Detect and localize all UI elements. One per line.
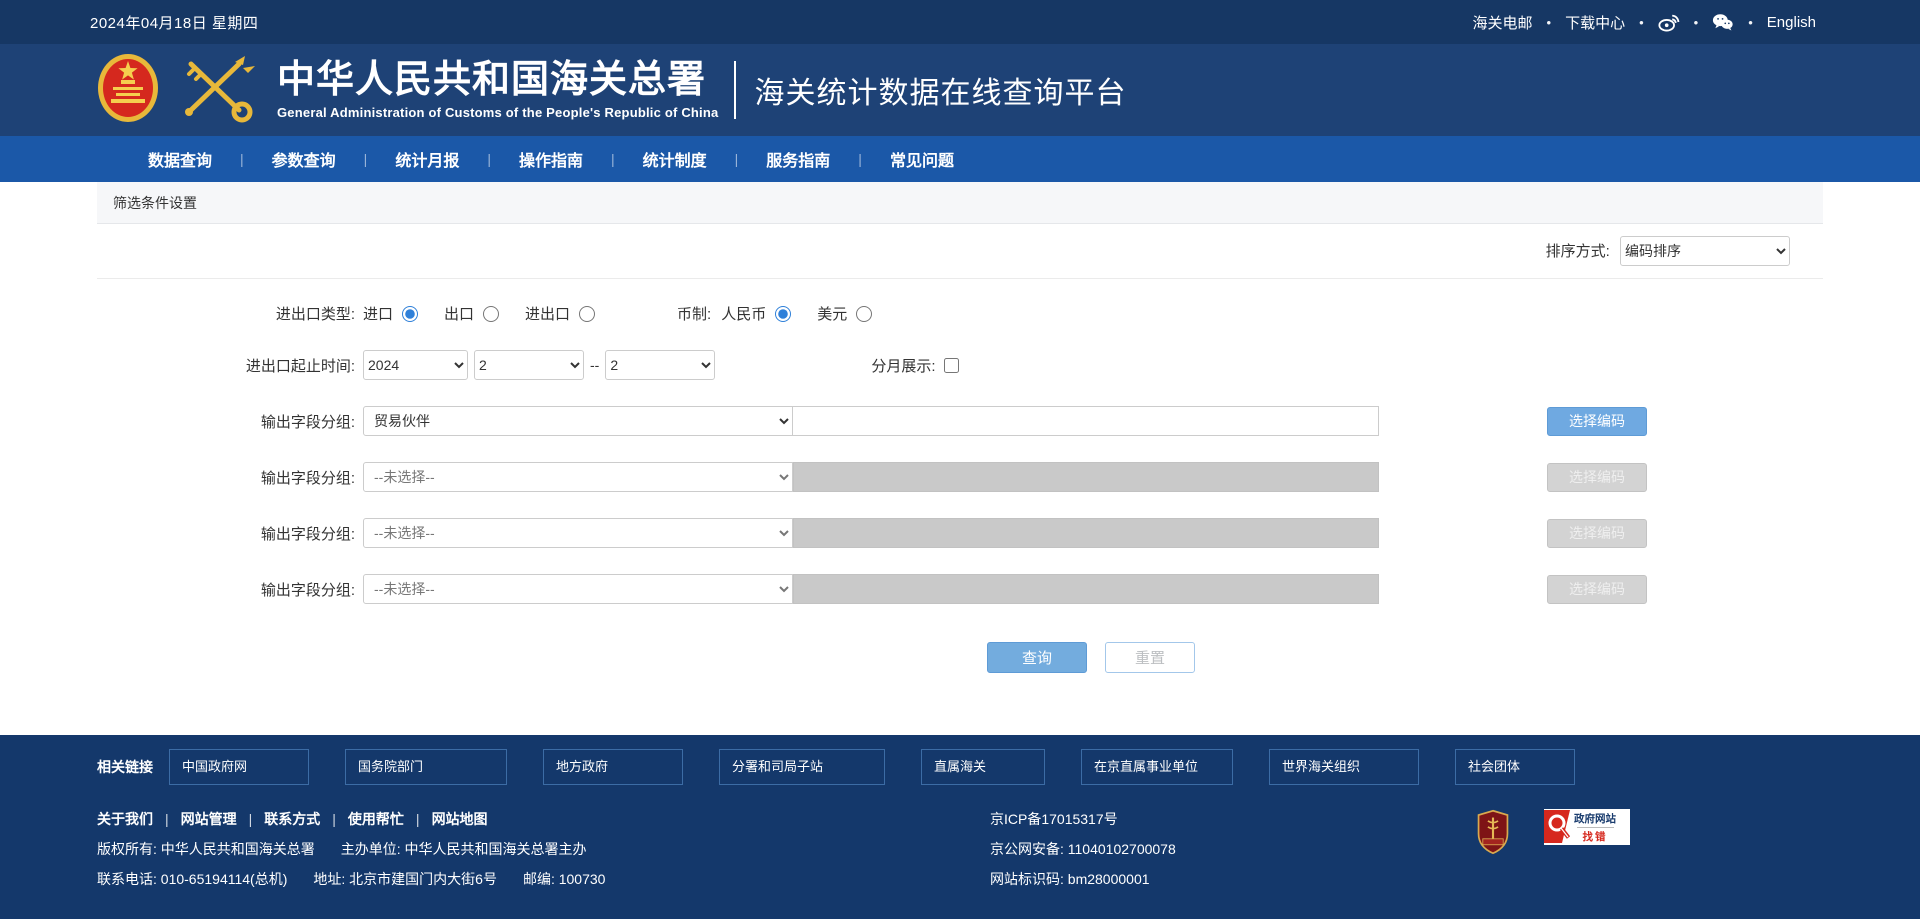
error-badge-line1: 政府网站: [1574, 811, 1616, 826]
footer-copyright: 版权所有: 中华人民共和国海关总署: [97, 839, 315, 859]
footer-postcode: 邮编: 100730: [523, 869, 606, 889]
footer-pipe: |: [332, 811, 336, 827]
monthly-display-label: 分月展示:: [871, 355, 935, 376]
footer-sponsor: 主办单位: 中华人民共和国海关总署主办: [341, 839, 587, 859]
nav-item-operation-guide[interactable]: 操作指南: [491, 147, 611, 171]
footer-security-record: 京公网安备: 11040102700078: [990, 839, 1176, 859]
nav-item-param-query[interactable]: 参数查询: [244, 147, 364, 171]
platform-title: 海关统计数据在线查询平台: [754, 68, 1126, 112]
output-group-label: 输出字段分组:: [97, 523, 355, 544]
radio-import-label: 进口: [363, 303, 393, 324]
period-label: 进出口起止时间:: [97, 355, 355, 376]
related-link-beijing-units[interactable]: 在京直属事业单位: [1081, 749, 1233, 785]
separator-dot: •: [1694, 15, 1699, 30]
output-group-codes-input-2: [793, 462, 1379, 492]
filter-panel-title: 筛选条件设置: [97, 182, 1823, 224]
download-center-link[interactable]: 下载中心: [1565, 12, 1625, 33]
footer-site-code: 网站标识码: bm28000001: [990, 869, 1176, 889]
output-group-select-4[interactable]: --未选择--: [363, 574, 793, 604]
header-divider: [734, 61, 736, 119]
end-month-select[interactable]: 2: [605, 350, 715, 380]
radio-rmb[interactable]: [775, 306, 791, 322]
radio-import-export[interactable]: [579, 306, 595, 322]
customs-shield-badge-icon[interactable]: [1476, 809, 1510, 858]
china-national-emblem-icon: [97, 53, 159, 128]
output-group-select-3[interactable]: --未选择--: [363, 518, 793, 548]
radio-export[interactable]: [483, 306, 499, 322]
footer-pipe: |: [249, 811, 253, 827]
weibo-icon[interactable]: [1658, 13, 1680, 32]
wechat-icon[interactable]: [1712, 13, 1734, 31]
radio-export-label: 出口: [444, 303, 474, 324]
radio-usd[interactable]: [856, 306, 872, 322]
org-title: 中华人民共和国海关总署: [277, 60, 718, 102]
related-link-branch-sites[interactable]: 分署和司局子站: [719, 749, 885, 785]
footer-address: 地址: 北京市建国门内大街6号: [313, 869, 497, 889]
output-group-select-2[interactable]: --未选择--: [363, 462, 793, 492]
gov-site-error-badge[interactable]: 政府网站 找错: [1544, 809, 1630, 845]
sort-label: 排序方式:: [1546, 243, 1610, 260]
related-links-label: 相关链接: [97, 757, 153, 777]
main-content: 筛选条件设置 排序方式: 编码排序 进出口类型: 进口 出口 进出口 币制:: [0, 182, 1920, 735]
radio-usd-label: 美元: [817, 303, 847, 324]
related-link-direct-customs[interactable]: 直属海关: [921, 749, 1045, 785]
reset-button[interactable]: 重置: [1105, 642, 1195, 673]
related-link-gov-cn[interactable]: 中国政府网: [169, 749, 309, 785]
select-code-button-1[interactable]: 选择编码: [1547, 407, 1647, 436]
nav-item-faq[interactable]: 常见问题: [862, 147, 982, 171]
select-code-button-2: 选择编码: [1547, 463, 1647, 492]
current-date: 2024年04月18日 星期四: [90, 12, 258, 33]
output-group-label: 输出字段分组:: [97, 467, 355, 488]
footer-icp: 京ICP备17015317号: [990, 809, 1176, 829]
radio-rmb-label: 人民币: [721, 303, 766, 324]
separator-dot: •: [1748, 15, 1753, 30]
nav-item-data-query[interactable]: 数据查询: [120, 147, 240, 171]
query-button[interactable]: 查询: [987, 642, 1087, 673]
error-badge-line2: 找错: [1577, 827, 1614, 844]
related-link-wco[interactable]: 世界海关组织: [1269, 749, 1419, 785]
currency-label: 币制:: [677, 303, 711, 324]
radio-import-export-label: 进出口: [525, 303, 570, 324]
select-code-button-3: 选择编码: [1547, 519, 1647, 548]
footer-pipe: |: [416, 811, 420, 827]
customs-mail-link[interactable]: 海关电邮: [1473, 12, 1533, 33]
trade-type-label: 进出口类型:: [97, 303, 355, 324]
output-group-codes-input-4: [793, 574, 1379, 604]
output-group-select-1[interactable]: 贸易伙伴: [363, 406, 793, 436]
radio-import[interactable]: [402, 306, 418, 322]
related-link-local-gov[interactable]: 地方政府: [543, 749, 683, 785]
footer-phone: 联系电话: 010-65194114(总机): [97, 869, 287, 889]
org-subtitle: General Administration of Customs of the…: [277, 105, 718, 120]
separator-dot: •: [1547, 15, 1552, 30]
footer-pipe: |: [165, 811, 169, 827]
year-select[interactable]: 2024: [363, 350, 468, 380]
error-badge-magnifier-icon: [1544, 809, 1570, 845]
output-group-codes-input-3: [793, 518, 1379, 548]
select-code-button-4: 选择编码: [1547, 575, 1647, 604]
customs-crossed-key-emblem-icon: [173, 52, 261, 129]
separator-dot: •: [1639, 15, 1644, 30]
nav-item-monthly-report[interactable]: 统计月报: [367, 147, 487, 171]
start-month-select[interactable]: 2: [474, 350, 584, 380]
top-bar: 2024年04月18日 星期四 海关电邮 • 下载中心 • • • Englis…: [0, 0, 1920, 44]
footer-link-site-admin[interactable]: 网站管理: [181, 809, 237, 829]
range-separator: --: [590, 357, 599, 373]
footer-link-contact[interactable]: 联系方式: [264, 809, 320, 829]
footer-link-help[interactable]: 使用帮忙: [348, 809, 404, 829]
related-link-social-orgs[interactable]: 社会团体: [1455, 749, 1575, 785]
footer-link-about[interactable]: 关于我们: [97, 809, 153, 829]
site-footer: 相关链接 中国政府网 国务院部门 地方政府 分署和司局子站 直属海关 在京直属事…: [0, 735, 1920, 919]
related-link-state-council[interactable]: 国务院部门: [345, 749, 507, 785]
footer-link-sitemap[interactable]: 网站地图: [432, 809, 488, 829]
english-link[interactable]: English: [1767, 14, 1816, 31]
nav-item-statistics-system[interactable]: 统计制度: [615, 147, 735, 171]
sort-select[interactable]: 编码排序: [1620, 236, 1790, 266]
nav-item-service-guide[interactable]: 服务指南: [738, 147, 858, 171]
site-header: 中华人民共和国海关总署 General Administration of Cu…: [0, 44, 1920, 136]
output-group-label: 输出字段分组:: [97, 579, 355, 600]
monthly-display-checkbox[interactable]: [944, 358, 959, 373]
output-group-label: 输出字段分组:: [97, 411, 355, 432]
main-nav: 数据查询 | 参数查询 | 统计月报 | 操作指南 | 统计制度 | 服务指南 …: [0, 136, 1920, 182]
output-group-codes-input-1[interactable]: [793, 406, 1379, 436]
